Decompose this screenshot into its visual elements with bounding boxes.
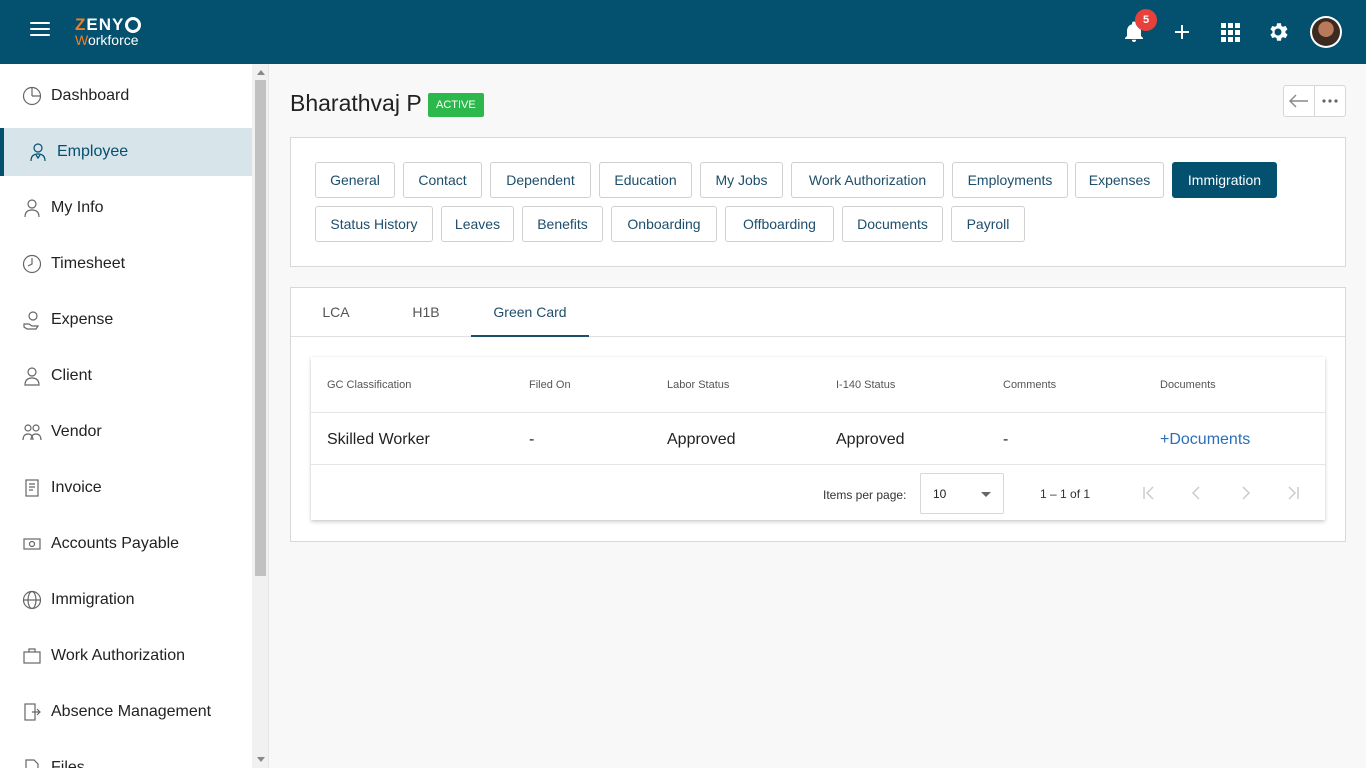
- column-header[interactable]: Labor Status: [667, 379, 729, 391]
- add-documents-link[interactable]: +Documents: [1160, 431, 1250, 449]
- tab-employments[interactable]: Employments: [952, 162, 1068, 198]
- immigration-subtabs: LCA H1B Green Card: [291, 288, 1345, 337]
- tab-onboarding[interactable]: Onboarding: [611, 206, 717, 242]
- tab-contact[interactable]: Contact: [403, 162, 482, 198]
- immigration-card: LCA H1B Green Card GC Classification Fil…: [290, 287, 1346, 542]
- subtab-h1b[interactable]: H1B: [381, 288, 471, 337]
- sidebar-item-files[interactable]: Files: [0, 744, 252, 768]
- zenyo-workforce-logo[interactable]: Z ENY Workforce: [75, 16, 142, 48]
- status-badge: ACTIVE: [428, 93, 484, 117]
- column-header[interactable]: Comments: [1003, 379, 1056, 391]
- items-per-page-label: Items per page:: [823, 488, 907, 502]
- dropdown-caret-icon: [981, 492, 991, 497]
- table-cell: Approved: [667, 431, 736, 448]
- tab-leaves[interactable]: Leaves: [441, 206, 514, 242]
- sidebar-item-invoice[interactable]: Invoice: [0, 464, 252, 512]
- file-icon: [25, 759, 39, 768]
- sidebar-item-dashboard[interactable]: Dashboard: [0, 72, 252, 120]
- table-cell: Approved: [836, 431, 905, 448]
- invoice-icon: [25, 479, 39, 497]
- briefcase-icon: [23, 648, 41, 664]
- sidebar-item-vendor[interactable]: Vendor: [0, 408, 252, 456]
- sidebar-item-expense[interactable]: Expense: [0, 296, 252, 344]
- sidebar-scrollbar[interactable]: [252, 64, 269, 768]
- column-header[interactable]: Filed On: [529, 379, 571, 391]
- header-actions: [1283, 85, 1346, 117]
- column-header[interactable]: I-140 Status: [836, 379, 895, 391]
- employee-name: Bharathvaj P: [290, 90, 422, 116]
- subtab-lca[interactable]: LCA: [291, 288, 381, 337]
- scrollbar-thumb[interactable]: [255, 80, 266, 576]
- scroll-down-arrow-icon[interactable]: [257, 757, 265, 762]
- tab-expenses[interactable]: Expenses: [1075, 162, 1164, 198]
- person-icon: [24, 367, 40, 386]
- items-per-page-select[interactable]: 10: [920, 473, 1004, 514]
- sidebar-item-accounts-payable[interactable]: Accounts Payable: [0, 520, 252, 568]
- tab-documents[interactable]: Documents: [842, 206, 943, 242]
- tab-education[interactable]: Education: [599, 162, 692, 198]
- header-divider: [311, 412, 1325, 413]
- user-avatar[interactable]: [1310, 16, 1342, 48]
- items-per-page-value: 10: [933, 487, 947, 501]
- first-page-icon[interactable]: [1139, 483, 1159, 503]
- vendor-icon: [22, 424, 42, 441]
- pagination-range: 1 – 1 of 1: [1040, 487, 1091, 501]
- tab-offboarding[interactable]: Offboarding: [725, 206, 834, 242]
- last-page-icon[interactable]: [1283, 483, 1303, 503]
- payable-icon: [23, 538, 41, 550]
- expense-icon: [23, 311, 40, 330]
- exit-icon: [24, 703, 41, 721]
- tab-benefits[interactable]: Benefits: [522, 206, 603, 242]
- tab-dependent[interactable]: Dependent: [490, 162, 591, 198]
- avatar-photo: [1312, 18, 1340, 46]
- employee-icon: [30, 143, 46, 162]
- clock-icon: [22, 254, 42, 274]
- sidebar-item-absence-management[interactable]: Absence Management: [0, 688, 252, 736]
- my-info-icon: [24, 199, 40, 218]
- top-app-bar: Z ENY Workforce 5: [0, 0, 1366, 64]
- sidebar-item-work-authorization[interactable]: Work Authorization: [0, 632, 252, 680]
- column-header[interactable]: GC Classification: [327, 379, 411, 391]
- sidebar-item-timesheet[interactable]: Timesheet: [0, 240, 252, 288]
- hamburger-menu-icon[interactable]: [30, 22, 50, 42]
- dashboard-icon: [22, 86, 42, 106]
- tab-work-authorization[interactable]: Work Authorization: [791, 162, 944, 198]
- more-options-icon[interactable]: [1314, 86, 1345, 116]
- row-divider: [311, 464, 1325, 465]
- logo-ring-icon: [125, 16, 142, 33]
- settings-gear-icon[interactable]: [1266, 20, 1290, 44]
- sidebar-item-employee[interactable]: Employee: [0, 128, 252, 176]
- subtab-green-card[interactable]: Green Card: [471, 288, 589, 337]
- column-header[interactable]: Documents: [1160, 379, 1216, 391]
- tab-general[interactable]: General: [315, 162, 395, 198]
- add-icon[interactable]: [1170, 20, 1194, 44]
- apps-grid-icon[interactable]: [1218, 20, 1242, 44]
- scroll-up-arrow-icon[interactable]: [257, 70, 265, 75]
- logo-wordmark: Z ENY: [75, 16, 142, 33]
- table-cell: -: [529, 431, 535, 448]
- section-tabs-card: General Contact Dependent Education My J…: [290, 137, 1346, 267]
- sidebar-item-immigration[interactable]: Immigration: [0, 576, 252, 624]
- globe-icon: [22, 590, 42, 610]
- tab-status-history[interactable]: Status History: [315, 206, 433, 242]
- green-card-table: GC Classification Filed On Labor Status …: [311, 357, 1325, 520]
- next-page-icon[interactable]: [1235, 483, 1255, 503]
- back-arrow-icon[interactable]: [1284, 86, 1314, 116]
- notification-count-badge: 5: [1135, 9, 1157, 31]
- table-cell: -: [1003, 431, 1009, 448]
- tab-immigration[interactable]: Immigration: [1172, 162, 1277, 198]
- tab-payroll[interactable]: Payroll: [951, 206, 1025, 242]
- main-content: Bharathvaj P ACTIVE General Contact Depe…: [270, 64, 1366, 768]
- sidebar-item-my-info[interactable]: My Info: [0, 184, 252, 232]
- previous-page-icon[interactable]: [1187, 483, 1207, 503]
- logo-subtitle: Workforce: [75, 32, 139, 48]
- table-cell: Skilled Worker: [327, 431, 430, 448]
- tab-my-jobs[interactable]: My Jobs: [700, 162, 783, 198]
- sidebar-item-client[interactable]: Client: [0, 352, 252, 400]
- sidebar-nav: Dashboard Employee My Info Timesheet Exp…: [0, 64, 252, 768]
